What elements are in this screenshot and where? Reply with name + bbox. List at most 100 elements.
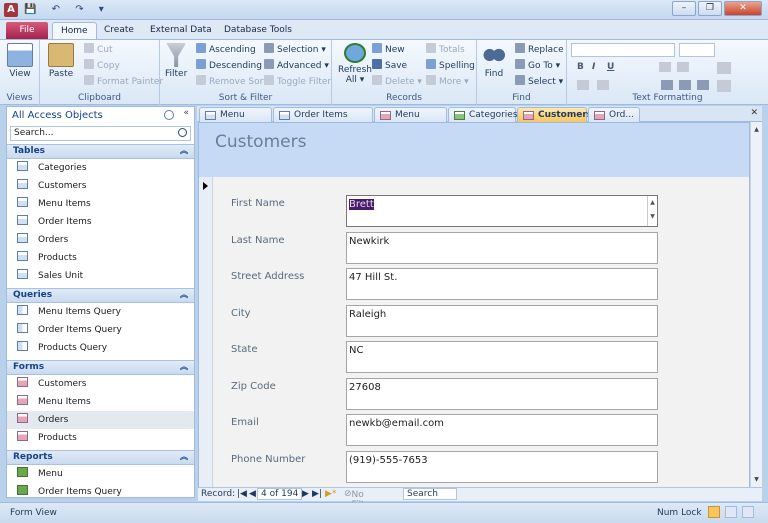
go-to-button[interactable]: Go To ▾ <box>515 59 560 73</box>
nav-pane-header[interactable]: All Access Objects « <box>7 107 194 126</box>
nav-section-queries[interactable]: Queries ︽ <box>7 288 194 303</box>
form-view-icon[interactable] <box>708 506 720 518</box>
field-city[interactable]: Raleigh <box>346 304 658 337</box>
no-filter-button[interactable]: ⊘ No Filter <box>344 489 374 510</box>
copy-button[interactable]: Copy <box>84 59 120 73</box>
doc-tab-order-items-query[interactable]: Order Items Query <box>273 107 373 134</box>
file-tab[interactable]: File <box>6 22 48 39</box>
nav-item-customers[interactable]: Customers <box>7 375 194 393</box>
collapse-icon[interactable]: ︽ <box>180 451 188 462</box>
paste-button[interactable]: Paste <box>48 43 74 79</box>
replace-button[interactable]: Replace <box>515 43 564 57</box>
advanced-button[interactable]: Advanced ▾ <box>264 59 329 73</box>
close-button[interactable]: ✕ <box>724 1 762 16</box>
bold-button[interactable]: B <box>577 62 584 72</box>
new-record-button[interactable]: New <box>372 43 405 57</box>
filter-button[interactable]: Filter <box>165 43 187 79</box>
nav-item-orders[interactable]: Orders <box>7 231 194 249</box>
form-scrollbar[interactable]: ▲ ▼ <box>750 122 762 487</box>
format-painter-button[interactable]: Format Painter <box>84 75 163 89</box>
refresh-all-button[interactable]: Refresh All ▾ <box>338 43 372 85</box>
field-street-address[interactable]: 47 Hill St. <box>346 268 658 300</box>
last-record-icon[interactable]: ▶| <box>312 489 322 499</box>
remove-sort-button[interactable]: Remove Sort <box>196 75 267 89</box>
nav-item-products[interactable]: Products <box>7 249 194 267</box>
doc-tab-orders-truncated[interactable]: Ord... <box>588 107 640 122</box>
new-record-icon[interactable]: ▶* <box>325 489 336 499</box>
nav-item-menu-items-query[interactable]: Menu Items Query <box>7 303 194 321</box>
shutter-bar-icon[interactable]: « <box>183 108 189 118</box>
doc-tab-customers[interactable]: Customers <box>517 107 592 122</box>
next-record-icon[interactable]: ▶ <box>302 489 309 499</box>
nav-item-orders[interactable]: Orders <box>7 411 194 429</box>
nav-section-reports[interactable]: Reports ︽ <box>7 450 194 465</box>
field-last-name[interactable]: Newkirk <box>346 231 658 264</box>
save-record-button[interactable]: Save <box>372 59 407 73</box>
nav-item-customers[interactable]: Customers <box>7 177 194 195</box>
tab-external-data[interactable]: External Data <box>142 22 220 40</box>
record-search-input[interactable]: Search <box>403 488 457 500</box>
nav-item-order-items[interactable]: Order Items <box>7 213 194 231</box>
layout-view-icon[interactable] <box>725 506 737 518</box>
gridlines-icon[interactable] <box>717 62 731 74</box>
field-phone-number[interactable]: (919)-555-7653 <box>346 450 658 483</box>
selection-button[interactable]: Selection ▾ <box>264 43 326 57</box>
field-first-name[interactable]: Brett ▲ ▼ <box>346 195 658 227</box>
highlight-icon[interactable] <box>597 80 609 90</box>
spelling-button[interactable]: Spelling <box>426 59 475 73</box>
doc-tab-menu-items[interactable]: Menu Items <box>199 107 272 134</box>
cut-button[interactable]: Cut <box>84 43 113 57</box>
totals-button[interactable]: Totals <box>426 43 465 57</box>
delete-record-button[interactable]: Delete ▾ <box>372 75 422 89</box>
font-name-select[interactable] <box>571 43 675 57</box>
font-color-icon[interactable] <box>577 80 589 90</box>
nav-item-sales-unit[interactable]: Sales Unit <box>7 267 194 285</box>
nav-item-products[interactable]: Products <box>7 429 194 447</box>
alternate-row-color-icon[interactable] <box>717 80 731 92</box>
first-record-icon[interactable]: |◀ <box>237 489 247 499</box>
nav-section-forms[interactable]: Forms ︽ <box>7 360 194 375</box>
nav-item-categories[interactable]: Categories <box>7 159 194 177</box>
doc-tab-menu-items-form[interactable]: Menu Items <box>374 107 447 134</box>
tab-database-tools[interactable]: Database Tools <box>216 22 300 40</box>
nav-item-order-items-query[interactable]: Order Items Query <box>7 483 194 501</box>
chevron-down-icon[interactable] <box>164 110 174 120</box>
field-scroll-icon[interactable]: ▲ ▼ <box>647 196 657 226</box>
tab-create[interactable]: Create <box>96 22 142 40</box>
toggle-filter-button[interactable]: Toggle Filter <box>264 75 331 89</box>
nav-item-menu-items[interactable]: Menu Items <box>7 393 194 411</box>
access-app-icon[interactable]: A <box>4 3 18 17</box>
collapse-icon[interactable]: ︽ <box>180 289 188 300</box>
current-record-field[interactable]: 4 of 194 <box>257 488 303 500</box>
nav-item-menu[interactable]: Menu <box>7 465 194 483</box>
underline-button[interactable]: U <box>607 62 614 72</box>
italic-button[interactable]: I <box>592 62 595 72</box>
nav-section-tables[interactable]: Tables ︽ <box>7 144 194 159</box>
ascending-button[interactable]: Ascending <box>196 43 256 57</box>
doc-tab-categories[interactable]: Categories <box>448 107 518 122</box>
font-size-select[interactable] <box>679 43 715 57</box>
field-state[interactable]: NC <box>346 341 658 373</box>
scroll-down-icon[interactable]: ▼ <box>751 474 762 485</box>
nav-item-order-items-query[interactable]: Order Items Query <box>7 321 194 339</box>
align-left-icon[interactable] <box>659 62 671 72</box>
tab-home[interactable]: Home <box>52 22 97 40</box>
select-button[interactable]: Select ▾ <box>515 75 563 89</box>
record-selector[interactable] <box>199 177 213 488</box>
more-button[interactable]: More ▾ <box>426 75 469 89</box>
design-view-icon[interactable] <box>742 506 754 518</box>
minimize-button[interactable]: – <box>672 1 696 16</box>
field-email[interactable]: newkb@email.com <box>346 414 658 446</box>
quick-access-toolbar[interactable]: 💾 ↶ ↷ ▾ <box>24 4 110 15</box>
maximize-button[interactable]: ❐ <box>698 1 722 16</box>
nav-item-menu-items[interactable]: Menu Items <box>7 195 194 213</box>
find-button[interactable]: Find <box>483 43 505 79</box>
previous-record-icon[interactable]: ◀ <box>249 489 256 499</box>
align-left-icon[interactable] <box>661 80 673 90</box>
close-document-icon[interactable]: ✕ <box>750 108 758 118</box>
align-center-icon[interactable] <box>679 80 691 90</box>
search-icon[interactable] <box>178 128 187 137</box>
align-center-icon[interactable] <box>677 62 689 72</box>
collapse-icon[interactable]: ︽ <box>180 145 188 156</box>
nav-search-input[interactable]: Search... <box>10 126 191 141</box>
